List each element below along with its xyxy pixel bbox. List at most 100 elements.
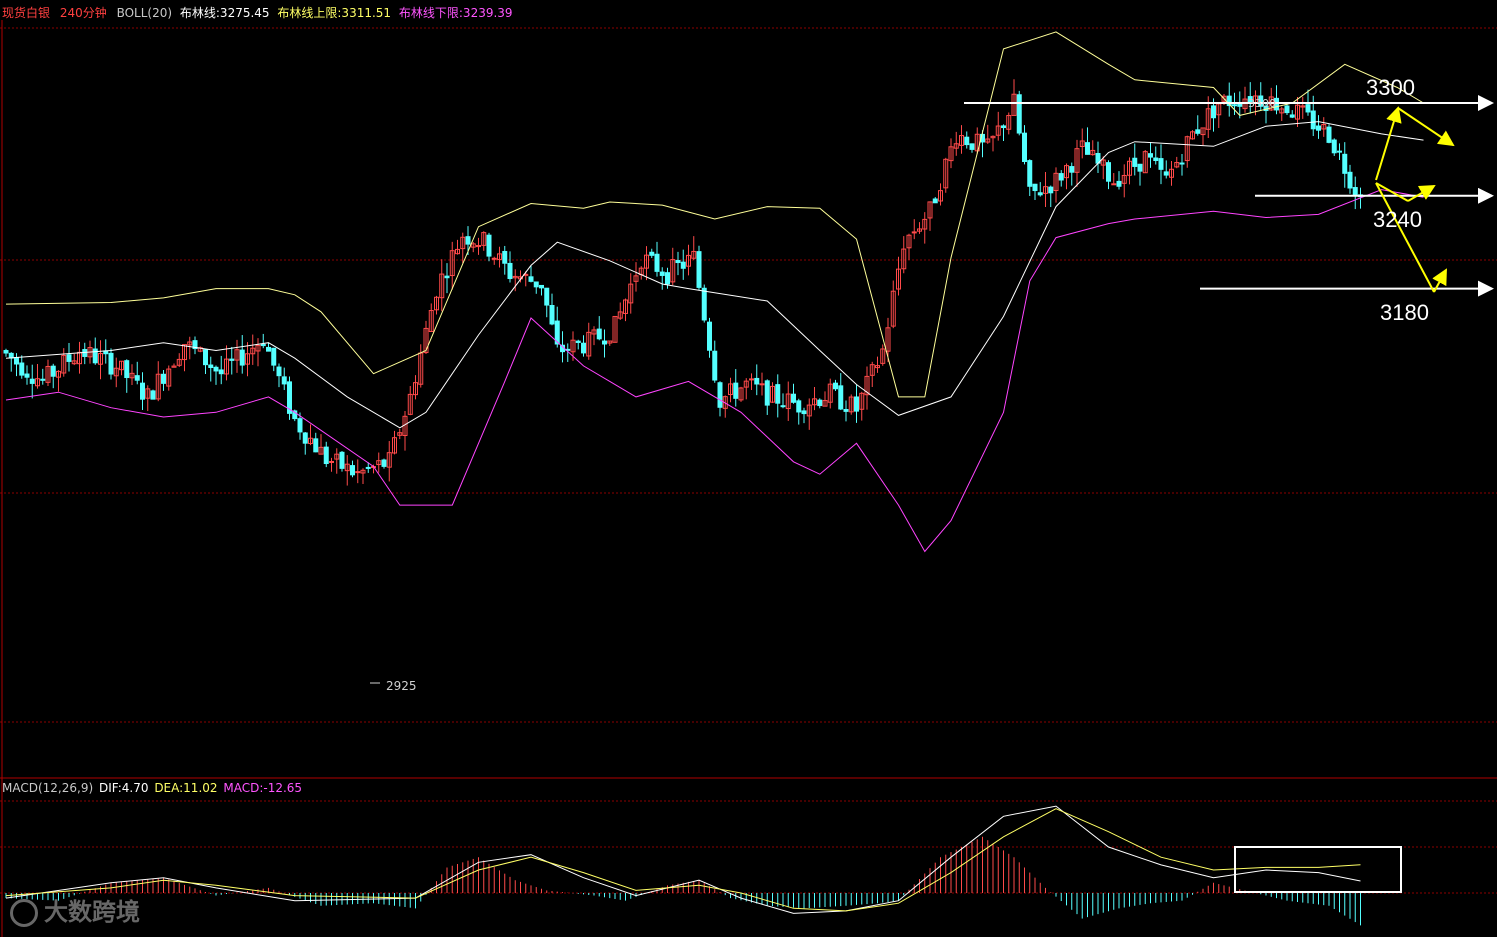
macd-panel: [5, 805, 1402, 926]
candle-down: [833, 382, 838, 390]
candle-down: [539, 284, 544, 289]
candle-down: [1037, 192, 1043, 196]
candle-down: [3, 350, 9, 354]
candle-down: [40, 378, 46, 381]
candle-down: [817, 399, 823, 407]
candle-down: [780, 405, 786, 408]
candle-down: [654, 253, 660, 272]
candle-down: [29, 378, 35, 384]
candle-down: [596, 328, 602, 340]
candle-up: [759, 383, 765, 386]
chart-header: 现货白银 240分钟 BOLL(20) 布林线:3275.45 布林线上限:33…: [2, 4, 513, 21]
candle-down: [486, 234, 492, 257]
candle-down: [507, 262, 513, 280]
candle-up: [1111, 183, 1117, 186]
candle-down: [339, 451, 345, 469]
macd-header: MACD(12,26,9) DIF:4.70 DEA:11.02 MACD:-1…: [2, 781, 302, 795]
candle-down: [801, 410, 807, 415]
boll-lower-label: 布林线下限:3239.39: [398, 6, 513, 20]
candle-down: [208, 364, 214, 368]
support-label: 3180: [1380, 300, 1429, 325]
candle-down: [1158, 158, 1164, 170]
candle-down: [203, 349, 208, 366]
macd-dif: DIF:4.70: [98, 781, 149, 795]
candle-down: [549, 304, 555, 325]
candle-down: [229, 358, 235, 361]
candle-down: [581, 342, 586, 354]
candle-down: [1001, 125, 1006, 129]
candle-up: [491, 257, 497, 260]
candle-down: [733, 382, 739, 399]
candle-down: [1153, 157, 1159, 161]
candle-down: [108, 352, 114, 375]
candle-down: [602, 340, 607, 345]
candle-down: [1085, 142, 1090, 155]
forecast-arrow: [1407, 185, 1436, 202]
candle-down: [1058, 173, 1064, 181]
candle-down: [218, 369, 224, 375]
candle-down: [1022, 132, 1027, 162]
candle-down: [1331, 139, 1337, 154]
forecast-arrow: [1397, 107, 1455, 147]
candle-down: [796, 400, 802, 413]
candle-down: [754, 377, 760, 385]
candle-down: [444, 275, 450, 279]
candle-up: [749, 378, 754, 381]
candle-down: [712, 350, 718, 381]
boll-upper-label: 布林线上限:3311.51: [277, 6, 392, 20]
candle-down: [1347, 171, 1353, 189]
candle-down: [838, 385, 844, 410]
candle-down: [701, 287, 707, 321]
pivot-label: 3240: [1373, 207, 1422, 232]
candle-down: [381, 459, 387, 467]
macd-value: MACD:-12.65: [223, 781, 303, 795]
candle-down: [24, 373, 30, 378]
candle-down: [854, 396, 859, 412]
candle-down: [675, 260, 681, 264]
candle-down: [1032, 183, 1038, 192]
candle-down: [271, 347, 277, 366]
candle-down: [1211, 105, 1216, 119]
candle-down: [1048, 186, 1054, 194]
candlesticks: [3, 79, 1363, 486]
candle-down: [161, 373, 166, 384]
candle-down: [843, 408, 849, 412]
candle-down: [323, 446, 329, 465]
candle-down: [1352, 187, 1358, 196]
candle-down: [969, 143, 975, 150]
candle-down: [1310, 110, 1316, 130]
candle-down: [1195, 129, 1201, 134]
candle-down: [276, 366, 282, 377]
indicator-label: BOLL(20): [116, 6, 173, 20]
candle-up: [329, 460, 334, 463]
candle-down: [365, 466, 371, 469]
price-levels: [370, 95, 1494, 684]
candle-down: [696, 251, 702, 288]
candle-down: [1289, 114, 1295, 118]
candle-down: [502, 250, 508, 264]
candle-down: [297, 418, 303, 433]
candle-down: [932, 198, 938, 204]
candle-down: [1106, 162, 1111, 182]
instrument-label: 现货白银: [2, 6, 51, 20]
candle-down: [764, 380, 770, 406]
candle-down: [707, 321, 712, 351]
candle-down: [213, 366, 219, 372]
candle-down: [1148, 153, 1153, 158]
candle-down: [134, 375, 140, 381]
candle-down: [302, 432, 308, 444]
high-price-mark: 3300: [1248, 97, 1276, 110]
candle-down: [665, 272, 670, 285]
candle-up: [355, 471, 361, 474]
candle-down: [14, 357, 19, 365]
candle-up: [911, 231, 917, 234]
candle-down: [260, 343, 266, 347]
candle-down: [140, 382, 145, 400]
candle-down: [124, 360, 130, 379]
candle-down: [1016, 94, 1022, 134]
candle-down: [1069, 166, 1075, 173]
candle-down: [19, 362, 25, 376]
candle-down: [533, 281, 539, 288]
candle-down: [528, 276, 534, 282]
macd-highlight-box: [1234, 846, 1402, 893]
